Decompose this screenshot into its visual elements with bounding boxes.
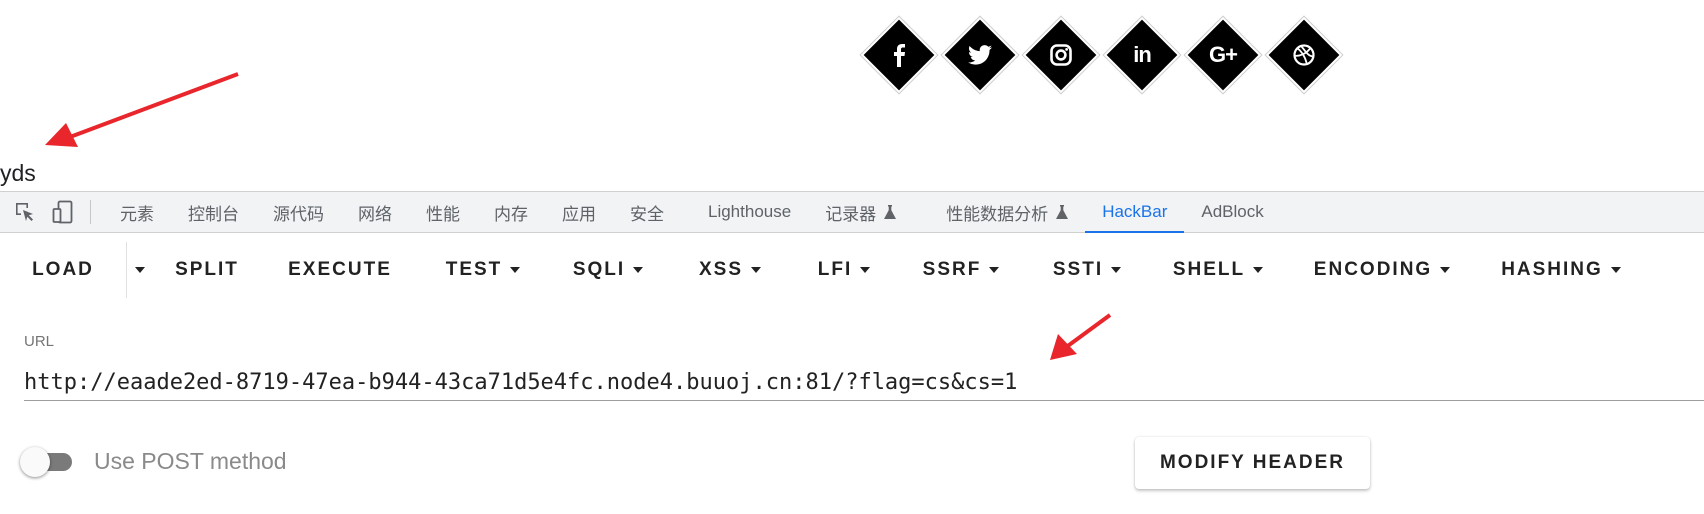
chevron-down-icon [751, 267, 762, 273]
device-toolbar-icon[interactable] [50, 199, 76, 225]
post-method-label: Use POST method [94, 447, 287, 474]
twitter-icon[interactable] [947, 22, 1013, 88]
social-icons: in G+ [866, 22, 1337, 88]
linkedin-label: in [1133, 42, 1152, 67]
tab-bar-divider [90, 200, 91, 224]
google-plus-label: G+ [1209, 42, 1238, 67]
tab-performance-insights[interactable]: 性能数据分析 [929, 192, 1085, 232]
tab-lighthouse[interactable]: Lighthouse [691, 192, 808, 232]
ssti-label: SSTI [1052, 259, 1104, 280]
tab-performance[interactable]: 性能 [409, 192, 477, 232]
google-plus-icon[interactable]: G+ [1190, 22, 1256, 88]
tab-performance-insights-label: 性能数据分析 [946, 204, 1049, 225]
split-button[interactable]: SPLIT [153, 248, 261, 292]
ssrf-label: SSRF [922, 259, 982, 280]
encoding-label: ENCODING [1313, 259, 1433, 280]
tab-console[interactable]: 控制台 [171, 192, 256, 232]
chevron-down-icon [1610, 267, 1621, 273]
sqli-label: SQLI [572, 259, 626, 280]
execute-button[interactable]: EXECUTE [261, 248, 419, 292]
chevron-down-icon [860, 267, 871, 273]
instagram-icon[interactable] [1028, 22, 1094, 88]
lfi-menu-button[interactable]: LFI [791, 248, 897, 292]
chevron-down-icon [633, 267, 644, 273]
experiment-flask-icon [1056, 204, 1069, 219]
tab-recorder-label: 记录器 [825, 204, 877, 225]
chevron-down-icon [1440, 267, 1451, 273]
screenshot-root: in G+ yds 元素 控制台 源代码 网络 性能 内存 应用 安全 Ligh… [0, 0, 1704, 514]
chevron-down-icon [989, 267, 1000, 273]
sqli-menu-button[interactable]: SQLI [547, 248, 669, 292]
post-method-row: Use POST method [20, 444, 287, 478]
post-method-toggle[interactable] [20, 446, 78, 477]
modify-header-button[interactable]: MODIFY HEADER [1135, 437, 1370, 489]
tab-elements[interactable]: 元素 [103, 192, 171, 232]
experiment-flask-icon [884, 204, 897, 219]
ssti-menu-button[interactable]: SSTI [1025, 248, 1149, 292]
annotation-arrow-url [1050, 313, 1112, 360]
load-button[interactable]: LOAD [0, 248, 126, 292]
url-input[interactable] [24, 365, 1704, 401]
inspect-element-icon[interactable] [12, 199, 38, 225]
tab-hackbar[interactable]: HackBar [1085, 192, 1185, 233]
toggle-knob [20, 447, 50, 477]
shell-label: SHELL [1172, 259, 1246, 280]
xss-menu-button[interactable]: XSS [669, 248, 791, 292]
tab-adblock[interactable]: AdBlock [1184, 192, 1280, 232]
hashing-label: HASHING [1501, 259, 1603, 280]
url-label: URL [24, 333, 55, 350]
encoding-menu-button[interactable]: ENCODING [1287, 248, 1477, 292]
facebook-icon[interactable] [866, 22, 932, 88]
chevron-down-icon [135, 267, 145, 273]
test-label: TEST [445, 259, 503, 280]
test-menu-button[interactable]: TEST [419, 248, 547, 292]
tab-recorder[interactable]: 记录器 [808, 192, 913, 232]
lfi-label: LFI [817, 259, 853, 280]
page-body-text: yds [0, 160, 36, 186]
tab-sources[interactable]: 源代码 [256, 192, 341, 232]
hackbar-toolbar: LOAD SPLIT EXECUTE TEST SQLI XSS LFI SSR… [0, 240, 1704, 300]
xss-label: XSS [698, 259, 744, 280]
devtools-tab-bar: 元素 控制台 源代码 网络 性能 内存 应用 安全 Lighthouse 记录器… [0, 191, 1704, 233]
load-dropdown-button[interactable] [127, 248, 153, 292]
ssrf-menu-button[interactable]: SSRF [897, 248, 1025, 292]
tab-network[interactable]: 网络 [341, 192, 409, 232]
tab-application[interactable]: 应用 [545, 192, 613, 232]
annotation-arrow-top-left [45, 72, 239, 147]
hashing-menu-button[interactable]: HASHING [1477, 248, 1645, 292]
shell-menu-button[interactable]: SHELL [1149, 248, 1287, 292]
dribbble-icon[interactable] [1271, 22, 1337, 88]
tab-security[interactable]: 安全 [613, 192, 681, 232]
chevron-down-icon [1253, 267, 1264, 273]
chevron-down-icon [1111, 267, 1122, 273]
tab-memory[interactable]: 内存 [477, 192, 545, 232]
linkedin-icon[interactable]: in [1109, 22, 1175, 88]
chevron-down-icon [510, 267, 521, 273]
